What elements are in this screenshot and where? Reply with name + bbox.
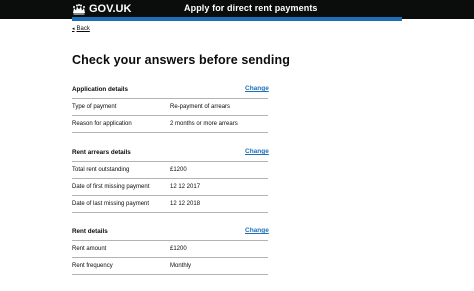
logo-text: GOV.UK	[89, 3, 132, 15]
summary-value: 2 months or more arrears	[170, 121, 238, 127]
section-title: Application details	[72, 86, 128, 93]
summary-key: Date of first missing payment	[72, 184, 150, 190]
section-title: Rent arrears details	[72, 149, 131, 156]
chevron-left-icon: ◂	[72, 26, 75, 32]
header-accent-bar	[72, 17, 402, 21]
back-link-label: Back	[76, 26, 90, 32]
summary-value: £1200	[170, 246, 187, 252]
service-name[interactable]: Apply for direct rent payments	[184, 3, 318, 13]
crown-icon	[73, 3, 85, 14]
summary-value: £1200	[170, 167, 187, 173]
change-rent-details-link[interactable]: Change	[245, 227, 269, 234]
section-header: Application details Change	[72, 84, 269, 99]
section-application-details: Application details Change Type of payme…	[72, 84, 269, 133]
summary-row: Reason for application 2 months or more …	[72, 116, 268, 133]
section-rent-details: Rent details Change Rent amount £1200 Re…	[72, 226, 269, 275]
summary-value: Re-payment of arrears	[170, 104, 231, 110]
section-title: Rent details	[72, 228, 108, 235]
summary-value: 12 12 2017	[170, 184, 201, 190]
page-title: Check your answers before sending	[72, 53, 290, 67]
back-link[interactable]: ◂ Back	[72, 26, 90, 32]
section-header: Rent details Change	[72, 226, 269, 241]
change-application-details-link[interactable]: Change	[245, 85, 269, 92]
summary-key: Reason for application	[72, 121, 132, 127]
summary-row: Date of first missing payment 12 12 2017	[72, 179, 268, 196]
summary-key: Date of last missing payment	[72, 201, 150, 207]
summary-row: Rent frequency Monthly	[72, 258, 268, 275]
summary-value: 12 12 2018	[170, 201, 201, 207]
govuk-logo[interactable]: GOV.UK	[72, 2, 131, 16]
summary-row: Date of last missing payment 12 12 2018	[72, 196, 268, 213]
section-rent-arrears-details: Rent arrears details Change Total rent o…	[72, 147, 269, 213]
change-rent-arrears-link[interactable]: Change	[245, 148, 269, 155]
summary-key: Rent amount	[72, 246, 107, 252]
summary-row: Total rent outstanding £1200	[72, 162, 268, 179]
summary-value: Monthly	[170, 263, 192, 269]
summary-key: Rent frequency	[72, 263, 113, 269]
summary-row: Type of payment Re-payment of arrears	[72, 99, 268, 116]
section-header: Rent arrears details Change	[72, 147, 269, 162]
summary-row: Rent amount £1200	[72, 241, 268, 258]
summary-key: Type of payment	[72, 104, 117, 110]
summary-key: Total rent outstanding	[72, 167, 130, 173]
